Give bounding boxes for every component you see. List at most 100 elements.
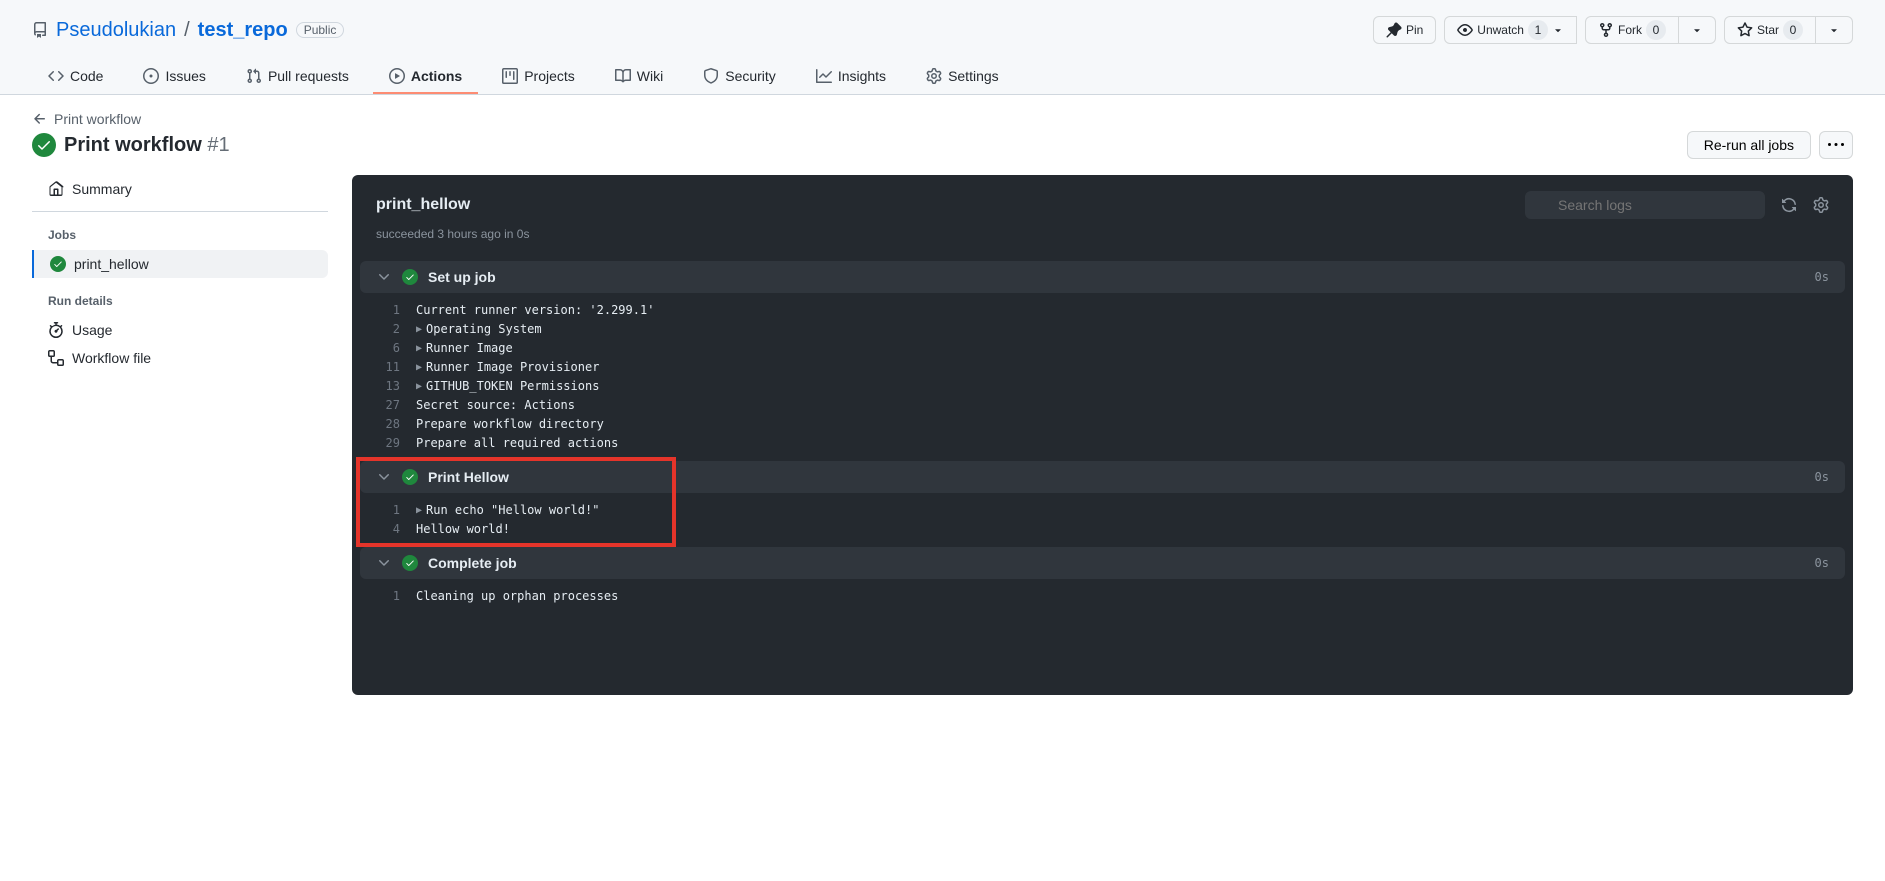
- log-line: 27Secret source: Actions: [352, 396, 1853, 415]
- log-line: 1Current runner version: '2.299.1': [352, 301, 1853, 320]
- log-line-text: Prepare workflow directory: [416, 415, 604, 434]
- step-title: Set up job: [428, 269, 1805, 285]
- caret-down-icon: [1691, 24, 1703, 36]
- log-line-text: Cleaning up orphan processes: [416, 587, 618, 606]
- sidebar-item-usage[interactable]: Usage: [32, 316, 328, 344]
- fork-button[interactable]: Fork 0: [1585, 16, 1679, 44]
- repo-owner-link[interactable]: Pseudolukian: [56, 19, 176, 42]
- pull-request-icon: [246, 68, 262, 84]
- workflow-icon: [48, 350, 64, 366]
- fork-button-group: Fork 0: [1585, 16, 1716, 44]
- gear-icon[interactable]: [1813, 197, 1829, 213]
- star-label: Star: [1757, 20, 1779, 40]
- sidebar-item-workflow-file[interactable]: Workflow file: [32, 344, 328, 372]
- issue-icon: [143, 68, 159, 84]
- run-details-heading: Run details: [32, 286, 328, 316]
- log-line-text: Prepare all required actions: [416, 434, 618, 453]
- star-dropdown[interactable]: [1815, 16, 1853, 44]
- repo-icon: [32, 22, 48, 38]
- star-button[interactable]: Star 0: [1724, 16, 1816, 44]
- log-lines: 1Current runner version: '2.299.1'2▶Oper…: [352, 297, 1853, 457]
- log-line: 29Prepare all required actions: [352, 434, 1853, 453]
- log-line-text: ▶Operating System: [416, 320, 542, 339]
- check-icon: [50, 256, 66, 272]
- step-header[interactable]: Set up job 0s: [360, 261, 1845, 293]
- tab-issues[interactable]: Issues: [127, 60, 221, 94]
- log-step: Complete job 0s 1Cleaning up orphan proce…: [352, 547, 1853, 610]
- log-line: 1Cleaning up orphan processes: [352, 587, 1853, 606]
- tab-code[interactable]: Code: [32, 60, 119, 94]
- jobs-heading: Jobs: [32, 220, 328, 250]
- arrow-left-icon: [32, 111, 48, 127]
- repo-nav: Code Issues Pull requests Actions Projec…: [32, 60, 1853, 94]
- log-line-text: ▶Runner Image: [416, 339, 513, 358]
- sidebar-item-summary[interactable]: Summary: [32, 175, 328, 203]
- log-line: 28Prepare workflow directory: [352, 415, 1853, 434]
- kebab-icon: [1828, 137, 1844, 153]
- caret-right-icon: ▶: [416, 320, 422, 339]
- sync-icon[interactable]: [1781, 197, 1797, 213]
- step-header[interactable]: Print Hellow 0s: [360, 461, 1845, 493]
- watch-button-group: Unwatch 1: [1444, 16, 1577, 44]
- step-duration: 0s: [1815, 270, 1829, 284]
- play-icon: [389, 68, 405, 84]
- log-line: 2▶Operating System: [352, 320, 1853, 339]
- breadcrumb-back[interactable]: Print workflow: [32, 111, 1853, 127]
- log-line: 1▶Run echo "Hellow world!": [352, 501, 1853, 520]
- log-line-number: 11: [368, 358, 416, 377]
- visibility-badge: Public: [296, 22, 345, 38]
- log-job-title: print_hellow: [376, 196, 470, 214]
- log-step: Print Hellow 0s 1▶Run echo "Hellow world!…: [352, 461, 1853, 543]
- log-line-number: 1: [368, 501, 416, 520]
- kebab-menu-button[interactable]: [1819, 131, 1853, 159]
- fork-count: 0: [1646, 20, 1666, 40]
- search-input[interactable]: [1525, 191, 1765, 219]
- log-line-number: 6: [368, 339, 416, 358]
- book-icon: [615, 68, 631, 84]
- workflow-file-label: Workflow file: [72, 350, 151, 366]
- code-icon: [48, 68, 64, 84]
- fork-dropdown[interactable]: [1678, 16, 1716, 44]
- chevron-down-icon: [376, 555, 392, 571]
- step-header[interactable]: Complete job 0s: [360, 547, 1845, 579]
- log-line-number: 1: [368, 301, 416, 320]
- log-panel: print_hellow succeeded: [352, 175, 1853, 695]
- check-icon: [402, 555, 418, 571]
- repo-name-link[interactable]: test_repo: [198, 19, 288, 42]
- pin-icon: [1386, 22, 1402, 38]
- log-line-text: Current runner version: '2.299.1': [416, 301, 654, 320]
- caret-right-icon: ▶: [416, 377, 422, 396]
- tab-actions[interactable]: Actions: [373, 60, 478, 94]
- log-step: Set up job 0s 1Current runner version: '2…: [352, 261, 1853, 457]
- tab-security[interactable]: Security: [687, 60, 792, 94]
- shield-icon: [703, 68, 719, 84]
- caret-down-icon: [1828, 24, 1840, 36]
- unwatch-button[interactable]: Unwatch 1: [1444, 16, 1577, 44]
- log-line-text: Secret source: Actions: [416, 396, 575, 415]
- tab-settings[interactable]: Settings: [910, 60, 1015, 94]
- sidebar-item-job[interactable]: print_hellow: [32, 250, 328, 278]
- tab-wiki[interactable]: Wiki: [599, 60, 679, 94]
- log-line: 11▶Runner Image Provisioner: [352, 358, 1853, 377]
- job-name-label: print_hellow: [74, 256, 149, 272]
- repo-header: Pseudolukian / test_repo Public Pin Unwa…: [0, 0, 1885, 95]
- pin-button[interactable]: Pin: [1373, 16, 1436, 44]
- tab-projects[interactable]: Projects: [486, 60, 591, 94]
- projects-icon: [502, 68, 518, 84]
- log-line-text: ▶GITHUB_TOKEN Permissions: [416, 377, 599, 396]
- stopwatch-icon: [48, 322, 64, 338]
- gear-icon: [926, 68, 942, 84]
- caret-right-icon: ▶: [416, 358, 422, 377]
- log-job-status: succeeded 3 hours ago in 0s: [352, 227, 1853, 257]
- tab-pulls[interactable]: Pull requests: [230, 60, 365, 94]
- caret-down-icon: [1552, 24, 1564, 36]
- log-line-number: 4: [368, 520, 416, 539]
- usage-label: Usage: [72, 322, 112, 338]
- graph-icon: [816, 68, 832, 84]
- eye-icon: [1457, 22, 1473, 38]
- step-duration: 0s: [1815, 556, 1829, 570]
- log-line: 4Hellow world!: [352, 520, 1853, 539]
- rerun-all-button[interactable]: Re-run all jobs: [1687, 131, 1811, 159]
- tab-insights[interactable]: Insights: [800, 60, 902, 94]
- log-line-text: ▶Run echo "Hellow world!": [416, 501, 599, 520]
